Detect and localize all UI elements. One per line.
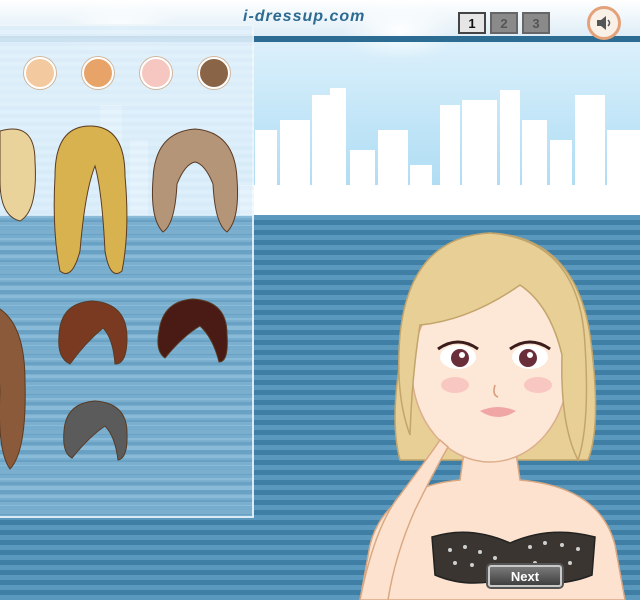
wardrobe-panel [0,24,254,518]
page-button-3[interactable]: 3 [522,12,550,34]
page-button-2[interactable]: 2 [490,12,518,34]
skin-tone-swatch[interactable] [82,57,114,89]
page-button-1[interactable]: 1 [458,12,486,34]
hairstyle-option[interactable] [0,121,40,231]
hairstyle-option[interactable] [155,296,230,366]
skin-tone-swatch[interactable] [198,57,230,89]
page-selector: 1 2 3 [458,12,550,34]
sound-toggle-button[interactable] [587,6,621,40]
hairstyle-option[interactable] [40,121,140,286]
hairstyle-option[interactable] [55,298,130,368]
next-button[interactable]: Next [488,565,562,587]
speaker-icon [597,16,611,30]
hairstyle-option[interactable] [0,301,30,471]
site-logo[interactable]: i-dressup.com [243,8,365,26]
skin-tone-swatch[interactable] [24,57,56,89]
skin-tone-swatch[interactable] [140,57,172,89]
dressup-model [359,232,626,600]
hairstyle-option[interactable] [145,124,245,234]
hairstyle-option[interactable] [60,398,130,463]
